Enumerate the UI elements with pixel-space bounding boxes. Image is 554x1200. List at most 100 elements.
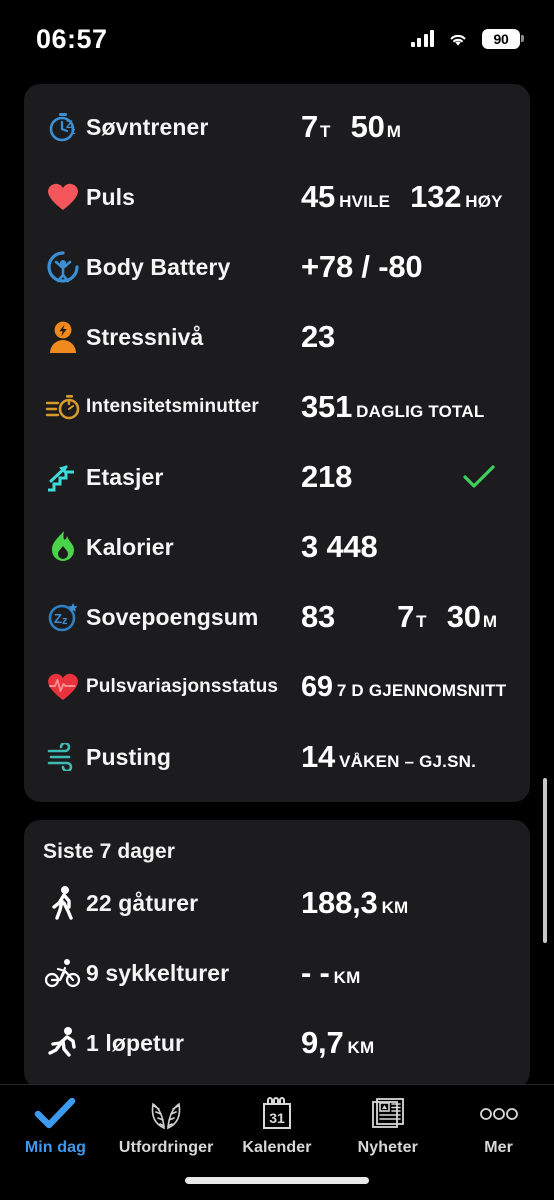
metric-values: 351 DAGLIG TOTAL — [301, 389, 484, 425]
metric-label: Puls — [86, 183, 135, 210]
flame-icon — [40, 524, 86, 570]
metric-value-3: 30 — [446, 599, 481, 634]
sleep-score-icon: Z z — [40, 594, 86, 640]
more-dots-icon — [479, 1095, 519, 1133]
metric-value-2: 132 — [410, 179, 462, 214]
hrv-heart-icon — [40, 664, 86, 710]
tab-utfordringer[interactable]: Utfordringer — [111, 1095, 222, 1157]
activity-value: - - — [301, 955, 330, 990]
activity-values: 188,3 KM — [301, 885, 408, 921]
metric-row-stress[interactable]: Stressnivå 23 — [24, 302, 530, 372]
metric-unit: T — [320, 122, 331, 141]
metric-values: 69 7 D GJENNOMSNITT — [301, 671, 506, 704]
metric-row-floors[interactable]: Etasjer 218 — [24, 442, 530, 512]
sleep-coach-icon: Z z — [40, 104, 86, 150]
tab-kalender[interactable]: 31 Kalender — [222, 1095, 333, 1157]
battery-icon: 90 — [482, 29, 524, 49]
metric-row-sleep-coach[interactable]: Z z Søvntrener 7 T 50 M — [24, 92, 530, 162]
activity-values: - - KM — [301, 955, 361, 991]
wifi-icon — [450, 34, 466, 46]
tab-nyheter[interactable]: Nyheter — [332, 1095, 443, 1157]
cellular-signal-icon — [410, 30, 434, 47]
activity-unit: KM — [381, 898, 409, 917]
intensity-stopwatch-icon — [40, 384, 86, 430]
activity-label: 1 løpetur — [86, 1029, 185, 1056]
metric-unit-3: M — [482, 612, 498, 631]
tab-label: Kalender — [242, 1139, 312, 1156]
activity-unit: KM — [347, 1038, 375, 1057]
activity-row-cycling[interactable]: 9 sykkelturer - - KM — [24, 938, 530, 1008]
status-time: 06:57 — [36, 23, 108, 54]
metric-values: 45 HVILE 132 HØY — [301, 179, 503, 215]
tab-label: Min dag — [24, 1139, 86, 1156]
metric-value-2: 50 — [350, 109, 385, 144]
metric-value: 23 — [301, 319, 336, 354]
metric-label: Pusting — [86, 743, 172, 770]
metric-value: 14 — [301, 739, 336, 774]
metric-label: Sovepoengsum — [86, 603, 259, 630]
body-battery-icon — [40, 244, 86, 290]
laurel-wreath-icon — [146, 1095, 186, 1133]
tab-mer[interactable]: Mer — [443, 1095, 554, 1157]
metric-values: 218 — [301, 459, 352, 495]
metric-label: Søvntrener — [86, 113, 209, 140]
scroll-content[interactable]: Z z Søvntrener 7 T 50 M Puls 45 HVILE 13… — [0, 78, 554, 1084]
checkmark-icon — [34, 1095, 76, 1133]
last-7-days-card: Siste 7 dager 22 gåturer 188,3 KM 9 sykk… — [24, 820, 530, 1084]
stairs-icon — [40, 454, 86, 500]
metric-values: 23 — [301, 319, 335, 355]
metric-value-2: 7 — [397, 599, 415, 634]
metric-label: Etasjer — [86, 463, 164, 490]
tab-min-dag[interactable]: Min dag — [0, 1095, 111, 1157]
metric-label: Intensitetsminutter — [86, 396, 259, 417]
metric-row-hrv-status[interactable]: Pulsvariasjonsstatus 69 7 D GJENNOMSNITT — [24, 652, 530, 722]
metric-row-sleep-score[interactable]: Z z Sovepoengsum 83 7 T 30 M — [24, 582, 530, 652]
newspaper-icon — [371, 1095, 405, 1133]
activity-value: 188,3 — [301, 885, 378, 920]
battery-percent: 90 — [493, 31, 509, 47]
metric-values: 3 448 — [301, 529, 378, 565]
svg-text:z: z — [62, 615, 68, 627]
calendar-day: 31 — [269, 1110, 285, 1126]
metric-unit: 7 D GJENNOMSNITT — [336, 680, 507, 700]
metric-value: 218 — [301, 459, 353, 494]
card-title: Siste 7 dager — [43, 840, 176, 863]
metric-value: 83 — [301, 599, 336, 634]
metric-row-heart-rate[interactable]: Puls 45 HVILE 132 HØY — [24, 162, 530, 232]
vertical-scrollbar[interactable] — [543, 778, 547, 943]
running-icon — [40, 1020, 86, 1066]
activity-unit: KM — [333, 968, 361, 987]
stress-person-icon — [40, 314, 86, 360]
metric-values: 83 7 T 30 M — [301, 599, 497, 635]
metric-row-breathing[interactable]: Pusting 14 VÅKEN – GJ.SN. — [24, 722, 530, 792]
cycling-icon — [40, 950, 86, 996]
breathing-icon — [40, 734, 86, 780]
metric-values: 14 VÅKEN – GJ.SN. — [301, 739, 476, 775]
metric-value: 351 — [301, 389, 353, 424]
walking-icon — [40, 880, 86, 926]
metric-row-calories[interactable]: Kalorier 3 448 — [24, 512, 530, 582]
home-indicator — [185, 1177, 369, 1184]
goal-complete-check-icon — [462, 464, 496, 490]
tab-label: Mer — [484, 1139, 513, 1156]
activity-values: 9,7 KM — [301, 1025, 374, 1061]
metric-label: Stressnivå — [86, 323, 204, 350]
activity-row-walking[interactable]: 22 gåturer 188,3 KM — [24, 868, 530, 938]
metric-values: +78 / -80 — [301, 249, 423, 285]
tab-label: Nyheter — [357, 1139, 418, 1156]
status-bar: 06:57 90 — [0, 0, 554, 78]
metric-unit-2: HØY — [465, 192, 503, 211]
activity-row-running[interactable]: 1 løpetur 9,7 KM — [24, 1008, 530, 1078]
activity-value: 9,7 — [301, 1025, 344, 1060]
metric-value: 45 — [301, 179, 336, 214]
app-screen: 06:57 90 Z z Søvntrener 7 T 50 M Puls 45… — [0, 0, 554, 1200]
metric-row-body-battery[interactable]: Body Battery +78 / -80 — [24, 232, 530, 302]
calendar-icon: 31 — [260, 1095, 294, 1133]
metric-value: 3 448 — [301, 529, 378, 564]
metric-unit: VÅKEN – GJ.SN. — [339, 752, 477, 771]
today-metrics-card: Z z Søvntrener 7 T 50 M Puls 45 HVILE 13… — [24, 84, 530, 802]
metric-values: 7 T 50 M — [301, 109, 401, 145]
status-indicators: 90 — [410, 29, 524, 49]
metric-unit: DAGLIG TOTAL — [356, 402, 485, 421]
metric-row-intensity-minutes[interactable]: Intensitetsminutter 351 DAGLIG TOTAL — [24, 372, 530, 442]
